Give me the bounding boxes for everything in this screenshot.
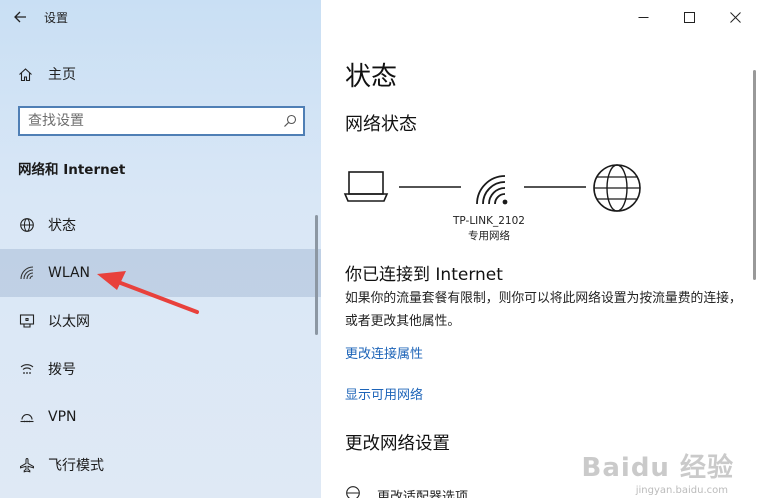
sidebar-item-airplane[interactable]: 飞行模式 xyxy=(0,441,321,489)
close-icon xyxy=(729,11,741,23)
back-arrow-icon xyxy=(13,11,26,23)
change-connection-properties-link[interactable]: 更改连接属性 xyxy=(345,343,423,362)
connected-heading: 你已连接到 Internet xyxy=(345,265,503,285)
back-button[interactable] xyxy=(0,0,40,34)
sidebar-item-label: 状态 xyxy=(48,218,76,234)
adapter-label: 更改适配器选项 xyxy=(377,489,469,498)
home-label: 主页 xyxy=(48,67,76,83)
wifi-signal-icon xyxy=(476,175,508,205)
sidebar-titlebar: 设置 xyxy=(0,0,321,34)
home-nav-item[interactable]: 主页 xyxy=(18,64,76,84)
section-title: 网络和 Internet xyxy=(18,162,126,178)
network-name: TP-LINK_2102 xyxy=(453,215,525,227)
maximize-button[interactable] xyxy=(666,0,712,34)
change-adapter-options-item[interactable]: 更改适配器选项 xyxy=(345,485,468,498)
window-title: 设置 xyxy=(44,10,69,25)
sidebar-item-status[interactable]: 状态 xyxy=(0,201,321,249)
ethernet-icon xyxy=(18,312,36,330)
close-button[interactable] xyxy=(712,0,758,34)
network-status-heading: 网络状态 xyxy=(345,114,417,135)
network-type: 专用网络 xyxy=(468,230,510,242)
sidebar: 设置 主页 网络和 Internet 状态 WLAN xyxy=(0,0,321,498)
vpn-icon xyxy=(18,408,36,426)
network-info: TP-LINK_2102 专用网络 xyxy=(439,214,539,244)
adapter-icon xyxy=(345,485,363,498)
sidebar-item-label: 飞行模式 xyxy=(48,458,104,474)
airplane-icon xyxy=(18,456,36,474)
page-title: 状态 xyxy=(345,62,398,92)
sidebar-item-label: VPN xyxy=(48,409,77,425)
maximize-icon xyxy=(683,11,695,23)
sidebar-item-label: 拨号 xyxy=(48,362,76,378)
main-scrollbar[interactable] xyxy=(753,70,756,280)
show-available-networks-link[interactable]: 显示可用网络 xyxy=(345,384,423,403)
window-controls xyxy=(620,0,758,34)
change-network-settings-heading: 更改网络设置 xyxy=(345,434,450,454)
internet-globe-icon xyxy=(593,164,641,212)
sidebar-nav: 状态 WLAN 以太网 拨号 VPN 飞行模式 xyxy=(0,201,321,489)
globe-status-icon xyxy=(18,216,36,234)
search-icon[interactable] xyxy=(277,114,303,128)
connection-description: 如果你的流量套餐有限制，则你可以将此网络设置为按流量费的连接，或者更改其他属性。 xyxy=(345,291,742,329)
search-input[interactable] xyxy=(20,108,277,134)
sidebar-item-label: 以太网 xyxy=(48,314,90,330)
home-icon xyxy=(18,66,34,82)
sidebar-item-label: WLAN xyxy=(48,265,91,281)
sidebar-item-wlan[interactable]: WLAN xyxy=(0,249,321,297)
dialup-icon xyxy=(18,360,36,378)
sidebar-item-dialup[interactable]: 拨号 xyxy=(0,345,321,393)
sidebar-item-ethernet[interactable]: 以太网 xyxy=(0,297,321,345)
watermark-brand: Baidu 经验 xyxy=(581,453,734,483)
sidebar-scrollbar[interactable] xyxy=(315,215,318,335)
minimize-button[interactable] xyxy=(620,0,666,34)
minimize-icon xyxy=(638,16,648,18)
laptop-icon xyxy=(343,171,389,202)
main-panel: 状态 网络状态 TP-LINK_2102 专用网络 你已连接到 Internet… xyxy=(321,0,758,498)
watermark-url: jingyan.baidu.com xyxy=(635,485,728,496)
sidebar-item-vpn[interactable]: VPN xyxy=(0,393,321,441)
wifi-icon xyxy=(18,264,36,282)
search-box[interactable] xyxy=(18,106,305,136)
